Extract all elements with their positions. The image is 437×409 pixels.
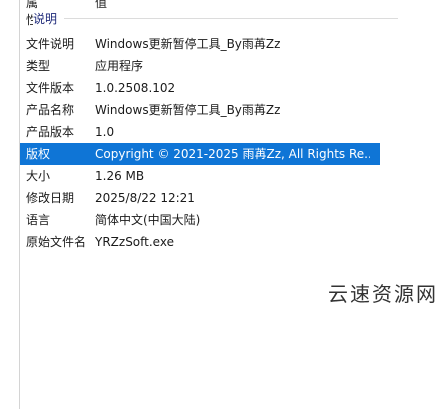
- detail-row-date-modified[interactable]: 修改日期 2025/8/22 12:21: [20, 187, 380, 209]
- detail-key: 版权: [26, 147, 51, 161]
- detail-value: 简体中文(中国大陆): [95, 213, 201, 227]
- detail-key: 文件说明: [26, 37, 75, 51]
- detail-value: Copyright © 2021-2025 雨苒Zz, All Rights R…: [95, 147, 370, 161]
- detail-value: 1.26 MB: [95, 169, 145, 183]
- detail-value: 2025/8/22 12:21: [95, 191, 195, 205]
- detail-key: 语言: [26, 213, 51, 227]
- detail-key: 修改日期: [26, 191, 75, 205]
- detail-row-type[interactable]: 类型 应用程序: [20, 55, 380, 77]
- detail-value: 1.0: [95, 125, 115, 139]
- detail-row-language[interactable]: 语言 简体中文(中国大陆): [20, 209, 380, 231]
- section-divider: [64, 18, 398, 19]
- detail-key: 原始文件名: [26, 235, 87, 249]
- detail-key: 文件版本: [26, 81, 75, 95]
- site-watermark: 云速资源网: [328, 282, 437, 306]
- detail-key: 类型: [26, 59, 51, 73]
- detail-row-size[interactable]: 大小 1.26 MB: [20, 165, 380, 187]
- detail-key: 产品版本: [26, 125, 75, 139]
- detail-value: 应用程序: [95, 59, 144, 73]
- detail-row-product-version[interactable]: 产品版本 1.0: [20, 121, 380, 143]
- detail-row-file-description[interactable]: 文件说明 Windows更新暂停工具_By雨苒Zz: [20, 33, 380, 55]
- detail-key: 产品名称: [26, 103, 75, 117]
- detail-row-file-version[interactable]: 文件版本 1.0.2508.102: [20, 77, 380, 99]
- detail-value: Windows更新暂停工具_By雨苒Zz: [95, 37, 281, 51]
- detail-value: YRZzSoft.exe: [95, 235, 174, 249]
- detail-key: 大小: [26, 169, 51, 183]
- detail-value: 1.0.2508.102: [95, 81, 176, 95]
- section-header-description: 说明: [20, 10, 398, 27]
- section-title: 说明: [33, 10, 62, 27]
- detail-row-product-name[interactable]: 产品名称 Windows更新暂停工具_By雨苒Zz: [20, 99, 380, 121]
- detail-value: Windows更新暂停工具_By雨苒Zz: [95, 103, 281, 117]
- details-list: 文件说明 Windows更新暂停工具_By雨苒Zz 类型 应用程序 文件版本 1…: [20, 33, 380, 253]
- detail-row-copyright[interactable]: 版权 Copyright © 2021-2025 雨苒Zz, All Right…: [20, 143, 380, 165]
- detail-row-original-filename[interactable]: 原始文件名 YRZzSoft.exe: [20, 231, 380, 253]
